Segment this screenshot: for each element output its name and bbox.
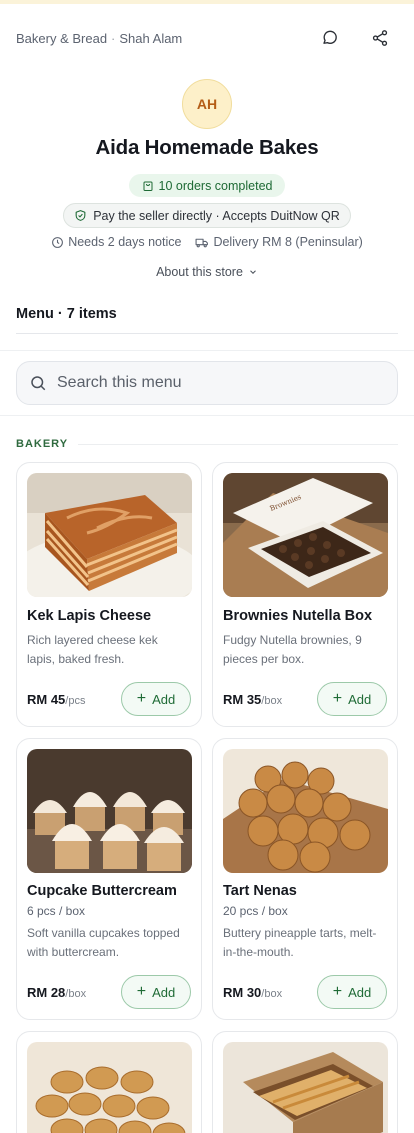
menu-divider-full (0, 350, 414, 351)
product-name: Kek Lapis Cheese (27, 608, 152, 624)
product-image-cake-box (223, 1042, 388, 1133)
product-description: Soft vanilla cupcakes topped with butter… (27, 926, 180, 959)
orders-completed-text: 10 orders completed (158, 178, 273, 193)
product-description: Rich layered cheese kek lapis, baked fre… (27, 633, 158, 666)
product-unit: 20 pcs / box (223, 904, 288, 918)
add-button-label: Add (348, 984, 372, 1000)
price-value: RM 28 (27, 985, 66, 1000)
add-button[interactable]: + Add (121, 682, 191, 716)
product-description: Fudgy Nutella brownies, 9 pieces per box… (223, 633, 362, 666)
product-name: Tart Nenas (223, 883, 297, 899)
add-button-label: Add (152, 984, 176, 1000)
payment-text: Pay the seller directly · Accepts DuitNo… (93, 208, 340, 223)
top-accent-bar (0, 0, 414, 4)
plus-icon: + (136, 982, 147, 1000)
search-icon (31, 376, 46, 391)
product-card[interactable]: Brownies Brownies Nutella Box Fudgy Nute… (212, 462, 398, 727)
menu-divider (16, 333, 398, 334)
section-rule (78, 443, 398, 445)
add-button[interactable]: + Add (121, 975, 191, 1009)
price-value: RM 45 (27, 692, 66, 707)
notice-text: Needs 2 days notice (68, 235, 182, 249)
delivery-text: Delivery RM 8 (Peninsular) (213, 235, 363, 249)
breadcrumb: Bakery & Bread · Shah Alam (16, 31, 182, 46)
menu-title: Menu · 7 items (16, 306, 117, 322)
add-button-label: Add (348, 691, 372, 707)
section-label: BAKERY (16, 438, 69, 450)
menu-search-bar[interactable] (16, 361, 398, 405)
price-value: RM 30 (223, 985, 262, 1000)
product-image-pineapple-tarts (223, 749, 388, 873)
price-unit: /box (65, 988, 87, 1000)
add-button-label: Add (152, 691, 176, 707)
top-header: Bakery & Bread · Shah Alam (16, 26, 398, 50)
product-price: RM 45/pcs (27, 692, 85, 707)
search-divider (0, 415, 414, 416)
section-header-bakery: BAKERY (16, 438, 398, 450)
orders-completed-badge: 10 orders completed (129, 174, 285, 197)
payment-badge: Pay the seller directly · Accepts DuitNo… (63, 203, 351, 228)
breadcrumb-separator: · (111, 30, 116, 46)
breadcrumb-category[interactable]: Bakery & Bread (16, 31, 107, 46)
price-value: RM 35 (223, 692, 262, 707)
add-button[interactable]: + Add (317, 975, 387, 1009)
product-name: Cupcake Buttercream (27, 883, 177, 899)
notice-info: Needs 2 days notice (51, 235, 181, 249)
product-price: RM 30/box (223, 985, 282, 1000)
product-description: Buttery pineapple tarts, melt-in-the-mou… (223, 926, 377, 959)
product-card[interactable] (16, 1031, 202, 1133)
truck-icon (195, 238, 209, 247)
product-image-cupcakes (27, 749, 192, 873)
share-icon[interactable] (368, 26, 392, 50)
product-price: RM 28/box (27, 985, 86, 1000)
price-unit: /box (261, 695, 283, 707)
plus-icon: + (332, 689, 343, 707)
shield-check-icon (75, 210, 86, 221)
product-image-madeleines (27, 1042, 192, 1133)
product-image-brownie-box: Brownies (223, 473, 388, 597)
about-store-toggle[interactable]: About this store (0, 265, 414, 279)
plus-icon: + (332, 982, 343, 1000)
store-name: Aida Homemade Bakes (95, 136, 319, 159)
product-image-layer-cake (27, 473, 192, 597)
product-card[interactable]: Cupcake Buttercream 6 pcs / box Soft van… (16, 738, 202, 1020)
breadcrumb-location[interactable]: Shah Alam (119, 31, 182, 46)
price-unit: /pcs (65, 695, 86, 707)
bag-icon (143, 181, 153, 191)
product-price: RM 35/box (223, 692, 282, 707)
chat-bubble-icon[interactable] (318, 26, 342, 50)
clock-icon (52, 236, 64, 248)
plus-icon: + (136, 689, 147, 707)
product-card[interactable]: Tart Nenas 20 pcs / box Buttery pineappl… (212, 738, 398, 1020)
delivery-info: Delivery RM 8 (Peninsular) (195, 235, 363, 249)
add-button[interactable]: + Add (317, 682, 387, 716)
product-card[interactable]: Kek Lapis Cheese Rich layered cheese kek… (16, 462, 202, 727)
price-unit: /box (261, 988, 283, 1000)
about-store-label: About this store (156, 265, 243, 279)
product-name: Brownies Nutella Box (223, 608, 373, 624)
product-unit: 6 pcs / box (27, 904, 86, 918)
chevron-down-icon (250, 270, 256, 274)
store-avatar: AH (182, 79, 232, 129)
menu-search-input[interactable] (57, 374, 377, 392)
store-info-row: Needs 2 days notice Delivery RM 8 (Penin… (0, 235, 414, 249)
product-card[interactable] (212, 1031, 398, 1133)
